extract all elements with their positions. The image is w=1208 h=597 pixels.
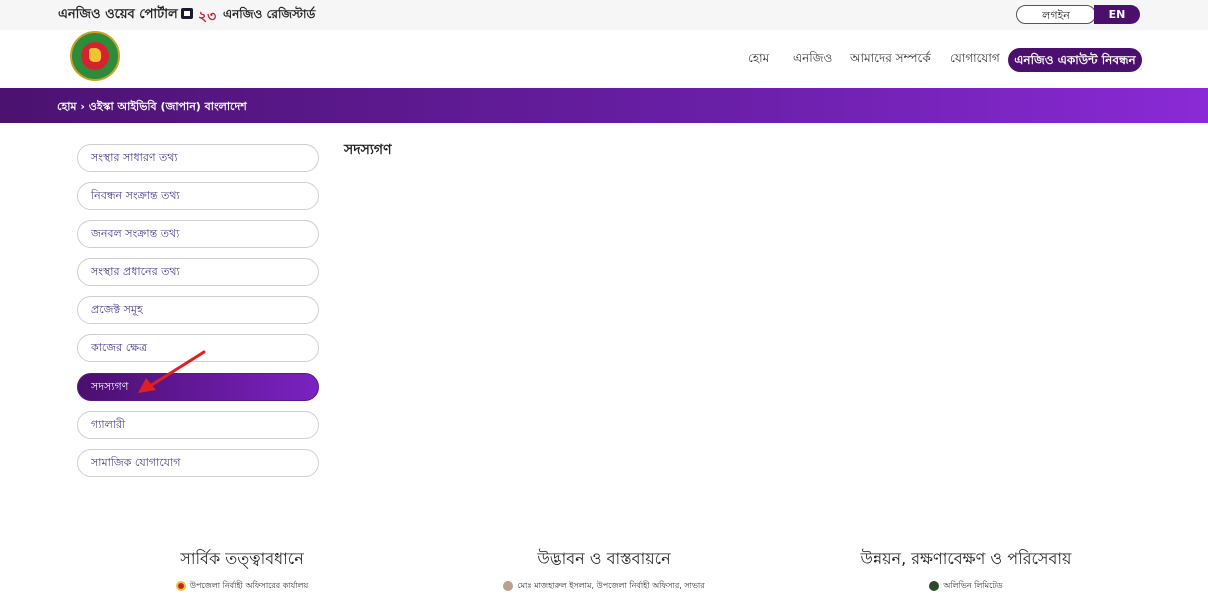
registered-count: ২৩ <box>198 9 217 25</box>
footer-sub-supervision-text: উপজেলা নির্বাহী অফিসারের কার্যালয় <box>189 581 309 590</box>
ngo-account-register-button[interactable]: এনজিও একাউন্ট নিবন্ধন <box>1008 48 1142 72</box>
footer-sub-supervision[interactable]: উপজেলা নির্বাহী অফিসারের কার্যালয় <box>42 580 442 593</box>
sidebar-item-social[interactable]: সামাজিক যোগাযোগ <box>77 449 319 477</box>
annotation-arrow-icon <box>138 350 206 393</box>
login-button[interactable]: লগইন <box>1016 5 1096 24</box>
sidebar-item-gallery[interactable]: গ্যালারী <box>77 411 319 439</box>
footer-sub-innovation-text: মোঃ মাজহারুল ইসলাম, উপজেলা নির্বাহী অফিস… <box>517 581 705 590</box>
nav-home[interactable]: হোম <box>748 50 769 70</box>
sidebar-item-projects[interactable]: প্রজেক্ট সমূহ <box>77 296 319 324</box>
government-logo[interactable] <box>70 31 120 81</box>
page-title: সদস্যগণ <box>344 142 392 158</box>
map-icon <box>89 48 101 62</box>
registered-icon <box>181 8 193 19</box>
footer-sub-innovation[interactable]: মোঃ মাজহারুল ইসলাম, উপজেলা নির্বাহী অফিস… <box>404 580 804 593</box>
footer-heading-development: উন্নয়ন, রক্ষণাবেক্ষণ ও পরিসেবায় <box>860 549 1072 568</box>
language-en-button[interactable]: EN <box>1094 5 1140 24</box>
person-avatar-icon <box>503 580 514 591</box>
footer-sub-development-text: অলিভিন লিমিটেড <box>943 581 1003 590</box>
breadcrumb-bar: হোম › ওইস্কা আইভিবি (জাপান) বাংলাদেশ <box>0 88 1208 123</box>
footer-sub-development[interactable]: অলিভিন লিমিটেড <box>766 580 1166 593</box>
footer-heading-innovation: উদ্ভাবন ও বাস্তবায়নে <box>537 549 671 568</box>
nav-ngo[interactable]: এনজিও <box>793 50 832 70</box>
portal-title: এনজিও ওয়েব পোর্টাল <box>58 7 178 22</box>
sidebar-item-general-info[interactable]: সংস্থার সাধারণ তথ্য <box>77 144 319 172</box>
sidebar-item-head-info[interactable]: সংস্থার প্রধানের তথ্য <box>77 258 319 286</box>
nav-about[interactable]: আমাদের সম্পর্কে <box>850 50 931 70</box>
nav-contact[interactable]: যোগাযোগ <box>950 50 1000 70</box>
olivine-logo-icon <box>929 580 940 591</box>
logo-emblem-icon <box>81 42 109 70</box>
footer-heading-supervision: সার্বিক তত্ত্বাবধানে <box>180 549 304 568</box>
breadcrumb[interactable]: হোম › ওইস্কা আইভিবি (জাপান) বাংলাদেশ <box>57 98 247 117</box>
registered-label: এনজিও রেজিস্টার্ড <box>223 7 316 21</box>
upazila-logo-icon <box>175 580 186 591</box>
sidebar-item-registration-info[interactable]: নিবন্ধন সংক্রান্ত তথ্য <box>77 182 319 210</box>
sidebar-item-manpower-info[interactable]: জনবল সংক্রান্ত তথ্য <box>77 220 319 248</box>
